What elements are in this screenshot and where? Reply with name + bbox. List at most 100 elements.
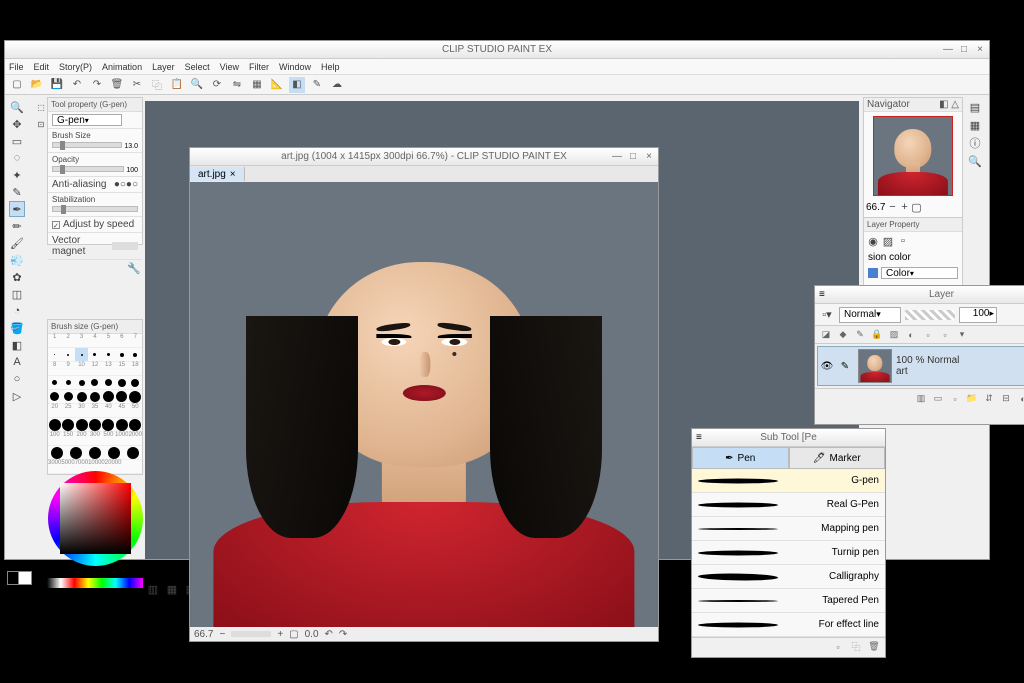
ruler-tool-icon[interactable]: ▷ [9,388,25,404]
paste-icon[interactable]: 📋 [169,77,185,93]
brush-45[interactable] [115,390,128,403]
layer-row[interactable]: 👁 ✎ 100 % Normal art [817,346,1024,386]
tool-property-header[interactable]: Tool property (G-pen) [48,98,142,112]
palette-color-icon[interactable]: ▫▾ [819,307,835,323]
cut-icon[interactable]: ✂ [129,77,145,93]
delete-subtool-icon[interactable]: 🗑 [867,640,881,654]
subtool-real-gpen[interactable]: Real G-Pen [692,493,885,517]
preset-dropdown[interactable]: G-pen ▾ [52,114,122,126]
vector-slider[interactable] [112,242,138,250]
stabilization-slider[interactable] [52,206,138,212]
brush-3[interactable] [75,348,88,361]
subtool-mapping[interactable]: Mapping pen [692,517,885,541]
brush-100[interactable] [48,418,61,431]
tab-marker[interactable]: 🖊Marker [789,447,886,469]
airbrush-icon[interactable]: 💨 [9,252,25,268]
border-effect-icon[interactable]: ◉ [867,235,879,247]
undo-icon[interactable]: ↶ [69,77,85,93]
menu-edit[interactable]: Edit [34,62,50,72]
brush-2000[interactable] [129,418,142,431]
brush-18[interactable] [129,376,142,389]
menu-animation[interactable]: Animation [102,62,142,72]
color-wheel[interactable] [43,471,147,575]
brush-10000[interactable] [104,446,123,459]
minimize-icon[interactable]: — [941,42,955,56]
2pane-icon[interactable]: ▥ [914,392,928,406]
lock-icon[interactable]: 🔒 [870,328,884,342]
flip-icon[interactable]: ⇋ [229,77,245,93]
main-titlebar[interactable]: CLIP STUDIO PAINT EX — □ × [5,41,989,59]
new-folder-icon[interactable]: 📁 [965,392,979,406]
brush-tool-icon[interactable]: 🖌 [9,235,25,251]
canvas-tab[interactable]: art.jpg× [190,167,245,181]
tab-pen[interactable]: ✒Pen [692,447,789,469]
brush-35[interactable] [88,390,101,403]
quickaccess-icon[interactable]: ▤ [967,99,983,115]
new-layer-icon[interactable]: ▫ [948,392,962,406]
brush-50[interactable] [129,390,142,403]
cloud-icon[interactable]: ☁ [329,77,345,93]
layer-titlebar[interactable]: ≡ Layer — × [815,286,1024,304]
layer-opacity-field[interactable]: 100▸ [959,307,997,323]
brush-15[interactable] [115,376,128,389]
select-tool-icon[interactable]: ▭ [9,133,25,149]
pen-tool-icon[interactable]: ✒ [9,201,25,217]
brush-20000[interactable] [123,446,142,459]
zoom-out-icon[interactable]: − [887,202,897,212]
search-icon[interactable]: 🔍 [967,153,983,169]
add-subtool-icon[interactable]: ▫ [831,640,845,654]
status-rot-left-icon[interactable]: ↶ [325,629,333,640]
brush-500[interactable] [102,418,115,431]
mask-create-icon[interactable]: ◐ [1016,392,1024,406]
brush-1000[interactable] [115,418,128,431]
menu-filter[interactable]: Filter [249,62,269,72]
panel-btn-1[interactable]: ▥ [145,581,161,597]
brush-150[interactable] [61,418,74,431]
color-label-icon[interactable]: ▾ [955,328,969,342]
fg-bg-swatches[interactable] [7,565,41,588]
brush-8[interactable] [48,376,61,389]
layer-color-icon[interactable]: ▫ [897,235,909,247]
expression-dropdown[interactable]: Color ▾ [881,267,958,279]
navigator-thumbnail[interactable] [873,116,953,196]
nav-tabs[interactable]: ◧ △ [939,99,959,110]
visibility-icon[interactable]: 👁 [818,361,836,372]
gradient-icon[interactable]: ◧ [9,337,25,353]
lasso-tool-icon[interactable]: ◌ [9,150,25,166]
eraser-icon[interactable]: ◫ [9,286,25,302]
status-zoom[interactable]: 66.7 [194,629,213,640]
canvas-maximize-icon[interactable]: □ [626,149,640,163]
timeline-icon[interactable]: ▭ [931,392,945,406]
brush-9[interactable] [61,376,74,389]
subtool-calligraphy[interactable]: Calligraphy [692,565,885,589]
brush-7[interactable] [129,348,142,361]
link-icon[interactable]: ▫ [938,328,952,342]
open-icon[interactable]: 📂 [29,77,45,93]
menu-layer[interactable]: Layer [152,62,175,72]
brush-25[interactable] [61,390,74,403]
grid-icon[interactable]: ▦ [249,77,265,93]
canvas-minimize-icon[interactable]: — [610,149,624,163]
status-fit-icon[interactable]: ▢ [289,629,298,640]
subtool-tapered[interactable]: Tapered Pen [692,589,885,613]
zoom-slider[interactable] [231,631,271,637]
lock-alpha-icon[interactable]: ▨ [887,328,901,342]
decoration-icon[interactable]: ✿ [9,269,25,285]
save-icon[interactable]: 💾 [49,77,65,93]
menu-window[interactable]: Window [279,62,311,72]
ref-icon[interactable]: ◆ [836,328,850,342]
redo-icon[interactable]: ↷ [89,77,105,93]
brush-3000[interactable] [48,446,67,459]
blend-mode-dropdown[interactable]: Normal ▾ [839,307,901,323]
brush-300[interactable] [88,418,101,431]
brush-6[interactable] [115,348,128,361]
wrench-icon[interactable]: 🔧 [128,262,140,274]
status-rot-right-icon[interactable]: ↷ [339,629,347,640]
opacity-slider[interactable] [52,166,124,172]
fill-icon[interactable]: 🪣 [9,320,25,336]
duplicate-subtool-icon[interactable]: ⿻ [849,640,863,654]
ruler-icon[interactable]: 📐 [269,77,285,93]
status-zoom-out-icon[interactable]: − [219,629,225,640]
subtool-menu-icon[interactable]: ≡ [696,432,702,443]
assets-icon[interactable]: ✎ [309,77,325,93]
